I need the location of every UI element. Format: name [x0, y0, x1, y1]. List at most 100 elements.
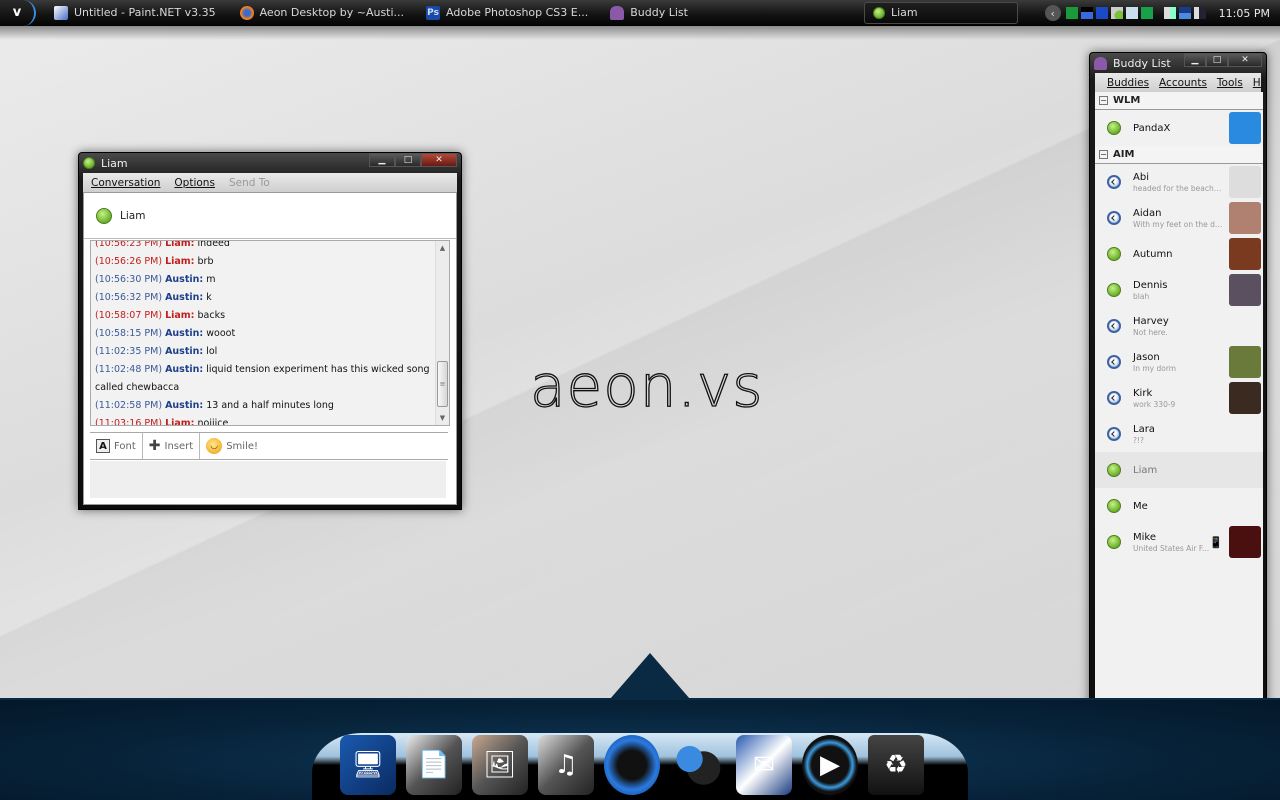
- buddy-status-message: blah: [1133, 291, 1150, 301]
- message-text: wooot: [206, 328, 236, 339]
- clock[interactable]: 11:05 PM: [1219, 7, 1270, 20]
- buddy-row[interactable]: Kirk work 330-9: [1095, 380, 1263, 416]
- buddy-row[interactable]: Jason In my dorm: [1095, 344, 1263, 380]
- dock-mail-icon[interactable]: ✉: [736, 735, 792, 795]
- insert-button[interactable]: ✚ Insert: [143, 433, 201, 459]
- group-header-aim[interactable]: − AIM: [1095, 146, 1263, 164]
- window-controls: ▁ □ ✕: [369, 153, 457, 167]
- smile-button[interactable]: ◡ Smile!: [200, 433, 264, 459]
- dock-pictures-icon[interactable]: 🖼: [472, 735, 528, 795]
- buddy-row[interactable]: Lara?!?: [1095, 416, 1263, 452]
- menu-send-to[interactable]: Send To: [229, 177, 270, 189]
- message-text: m: [206, 274, 216, 285]
- message-input[interactable]: [90, 461, 446, 498]
- collapse-icon[interactable]: −: [1099, 150, 1108, 159]
- collapse-icon[interactable]: −: [1099, 96, 1108, 105]
- message-timestamp: (10:58:07 PM): [95, 310, 163, 321]
- close-button[interactable]: ✕: [421, 153, 457, 167]
- menu-conversation[interactable]: Conversation: [91, 177, 160, 189]
- dock-messenger-icon[interactable]: [670, 735, 726, 795]
- buddy-row[interactable]: Me: [1095, 488, 1263, 524]
- buddy-row[interactable]: Harvey Not here.: [1095, 308, 1263, 344]
- dock-computer-icon[interactable]: 🖥: [340, 735, 396, 795]
- buddy-name: Liam: [120, 209, 146, 222]
- dock-firefox-icon[interactable]: [604, 735, 660, 795]
- chat-scrollbar[interactable]: ▲ ≡ ▼: [435, 241, 449, 425]
- smiley-icon: ◡: [206, 438, 223, 454]
- buddy-row[interactable]: Mike United States Air F... 📱: [1095, 524, 1263, 560]
- maximize-button[interactable]: □: [395, 153, 421, 167]
- message-sender: Liam:: [165, 418, 195, 426]
- tray-pidgin-icon[interactable]: [1110, 7, 1123, 19]
- message-text: brb: [197, 256, 214, 267]
- chat-message: (10:58:07 PM) Liam: backs: [95, 307, 433, 325]
- dock-recycle-bin-icon[interactable]: ♻: [868, 735, 924, 795]
- buddy-row[interactable]: Autumn: [1095, 236, 1263, 272]
- message-sender: Austin:: [165, 292, 204, 303]
- buddy-name: Kirk: [1133, 387, 1153, 399]
- buddy-avatar: [1229, 526, 1261, 558]
- smile-label: Smile!: [226, 440, 259, 452]
- tray-utorrent-icon[interactable]: [1140, 7, 1153, 19]
- menu-buddies[interactable]: Buddies: [1107, 77, 1149, 89]
- buddy-name: Aidan: [1133, 207, 1162, 219]
- message-timestamp: (10:56:23 PM): [95, 240, 163, 249]
- chat-log[interactable]: (10:56:23 PM) Liam: indeed (10:56:26 PM) …: [90, 240, 450, 426]
- buddy-row[interactable]: Dennis blah: [1095, 272, 1263, 308]
- scroll-up-arrow[interactable]: ▲: [436, 241, 449, 255]
- buddy-status-message: Not here.: [1133, 327, 1168, 337]
- tray-icon-8[interactable]: [1178, 7, 1191, 19]
- buddy-row[interactable]: Liam: [1095, 452, 1263, 488]
- message-text: backs: [197, 310, 226, 321]
- buddy-name: Dennis: [1133, 279, 1168, 291]
- start-button[interactable]: v: [0, 0, 36, 26]
- task-firefox[interactable]: Aeon Desktop by ~Austi...: [232, 2, 412, 24]
- tray-network-icon[interactable]: [1080, 7, 1093, 19]
- task-buddy-list[interactable]: Buddy List: [602, 2, 696, 24]
- menu-tools[interactable]: Tools: [1217, 77, 1243, 89]
- task-paintnet[interactable]: Untitled - Paint.NET v3.35: [46, 2, 224, 24]
- font-button[interactable]: A Font: [90, 433, 143, 459]
- message-text: noiiice: [197, 418, 229, 426]
- close-button[interactable]: ✕: [1228, 53, 1262, 67]
- task-photoshop[interactable]: Ps Adobe Photoshop CS3 E...: [418, 2, 596, 24]
- menu-options[interactable]: Options: [174, 177, 215, 189]
- minimize-button[interactable]: ▁: [1184, 53, 1206, 67]
- buddy-row[interactable]: Abiheaded for the beach. ca...: [1095, 164, 1263, 200]
- menu-accounts[interactable]: Accounts: [1159, 77, 1207, 89]
- buddy-status-message: work 330-9: [1133, 399, 1176, 409]
- minimize-button[interactable]: ▁: [369, 153, 395, 167]
- group-name: AIM: [1113, 149, 1135, 160]
- buddy-row[interactable]: PandaX: [1095, 110, 1263, 146]
- task-label: Liam: [890, 6, 918, 19]
- group-header-wlm[interactable]: − WLM: [1095, 92, 1263, 110]
- chat-message: (11:03:16 PM) Liam: noiiice: [95, 415, 433, 426]
- away-status-icon: [1107, 391, 1121, 405]
- tray-icon-7[interactable]: [1163, 7, 1176, 19]
- chat-message: (11:02:48 PM) Austin: liquid tension exp…: [95, 361, 433, 397]
- message-timestamp: (10:56:32 PM): [95, 292, 163, 303]
- tray-icon-5[interactable]: [1125, 7, 1138, 19]
- message-timestamp: (11:03:16 PM): [95, 418, 163, 426]
- tray-icon-9[interactable]: [1193, 7, 1206, 19]
- tray-icon-1[interactable]: [1065, 7, 1078, 19]
- maximize-button[interactable]: □: [1206, 53, 1228, 67]
- scroll-down-arrow[interactable]: ▼: [436, 411, 449, 425]
- available-status-icon: [1107, 535, 1121, 549]
- dock-documents-icon[interactable]: 📄: [406, 735, 462, 795]
- tray-expand-icon[interactable]: ‹: [1044, 5, 1061, 21]
- task-liam[interactable]: Liam: [863, 1, 1018, 24]
- dock-media-player-icon[interactable]: ▶: [802, 735, 858, 795]
- desktop-brand-text: aeon.vs: [529, 351, 764, 420]
- message-timestamp: (11:02:58 PM): [95, 400, 163, 411]
- tray-icon-3[interactable]: [1095, 7, 1108, 19]
- dock-music-icon[interactable]: ♫: [538, 735, 594, 795]
- scroll-thumb[interactable]: ≡: [437, 361, 448, 407]
- font-icon: A: [96, 439, 110, 453]
- paintnet-icon: [54, 5, 68, 20]
- buddy-name: Autumn: [1133, 248, 1173, 260]
- menu-help[interactable]: Help: [1253, 77, 1261, 89]
- system-tray: ‹ 11:05 PM: [1044, 0, 1280, 26]
- buddy-row[interactable]: Aidan With my feet on the das...: [1095, 200, 1263, 236]
- buddy-avatar: [1229, 382, 1261, 414]
